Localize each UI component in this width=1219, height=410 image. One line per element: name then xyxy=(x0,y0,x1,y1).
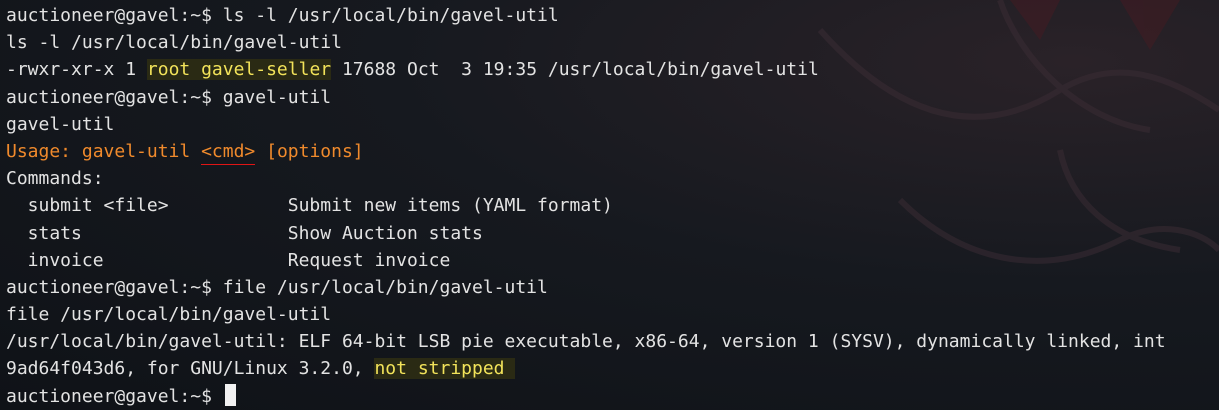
terminal-window[interactable]: auctioneer@gavel:~$ ls -l /usr/local/bin… xyxy=(0,0,1219,410)
terminal-line: Commands: xyxy=(6,165,1219,192)
line-text: auctioneer@gavel:~$ gavel-util xyxy=(6,86,332,108)
usage-options: [options] xyxy=(255,140,364,162)
terminal-line: submit <file> Submit new items (YAML for… xyxy=(6,192,1219,219)
usage-cmd-underlined: <cmd> xyxy=(201,140,256,166)
owner-group-highlight: root gavel-seller xyxy=(146,59,332,81)
usage-text: Usage: gavel-util xyxy=(6,140,202,162)
terminal-line: auctioneer@gavel:~$ file /usr/local/bin/… xyxy=(6,274,1219,301)
terminal-line: stats Show Auction stats xyxy=(6,220,1219,247)
prompt-line[interactable]: auctioneer@gavel:~$ xyxy=(6,383,1219,410)
terminal-line: invoice Request invoice xyxy=(6,247,1219,274)
terminal-cursor-icon xyxy=(224,383,236,406)
line-text: auctioneer@gavel:~$ file /usr/local/bin/… xyxy=(6,276,548,298)
line-text: invoice Request invoice xyxy=(6,249,451,271)
terminal-line: auctioneer@gavel:~$ gavel-util xyxy=(6,84,1219,111)
line-text: 17688 Oct 3 19:35 /usr/local/bin/gavel-u… xyxy=(331,59,819,81)
line-text: Commands: xyxy=(6,168,104,190)
not-stripped-highlight: not stripped xyxy=(374,358,516,380)
line-text: auctioneer@gavel:~$ ls -l /usr/local/bin… xyxy=(6,5,559,26)
line-text: submit <file> Submit new items (YAML for… xyxy=(6,195,613,217)
terminal-line: /usr/local/bin/gavel-util: ELF 64-bit LS… xyxy=(6,328,1219,355)
prompt-text: auctioneer@gavel:~$ xyxy=(6,385,223,407)
line-text: stats Show Auction stats xyxy=(6,222,483,244)
terminal-output: auctioneer@gavel:~$ ls -l /usr/local/bin… xyxy=(6,2,1219,410)
terminal-line: ls -l /usr/local/bin/gavel-util xyxy=(6,29,1219,56)
line-text: 9ad64f043d6, for GNU/Linux 3.2.0, xyxy=(6,358,375,380)
terminal-line: gavel-util xyxy=(6,111,1219,138)
line-text: file /usr/local/bin/gavel-util xyxy=(6,304,332,326)
line-text: /usr/local/bin/gavel-util: ELF 64-bit LS… xyxy=(6,331,1166,353)
line-text: ls -l /usr/local/bin/gavel-util xyxy=(6,32,342,54)
line-text: -rwxr-xr-x 1 xyxy=(6,59,147,81)
terminal-line: auctioneer@gavel:~$ ls -l /usr/local/bin… xyxy=(6,2,1219,29)
terminal-line: 9ad64f043d6, for GNU/Linux 3.2.0, not st… xyxy=(6,355,1219,382)
line-text: gavel-util xyxy=(6,113,115,135)
terminal-line: -rwxr-xr-x 1 root gavel-seller 17688 Oct… xyxy=(6,56,1219,83)
terminal-line: Usage: gavel-util <cmd> [options] xyxy=(6,138,1219,166)
terminal-line: file /usr/local/bin/gavel-util xyxy=(6,301,1219,328)
